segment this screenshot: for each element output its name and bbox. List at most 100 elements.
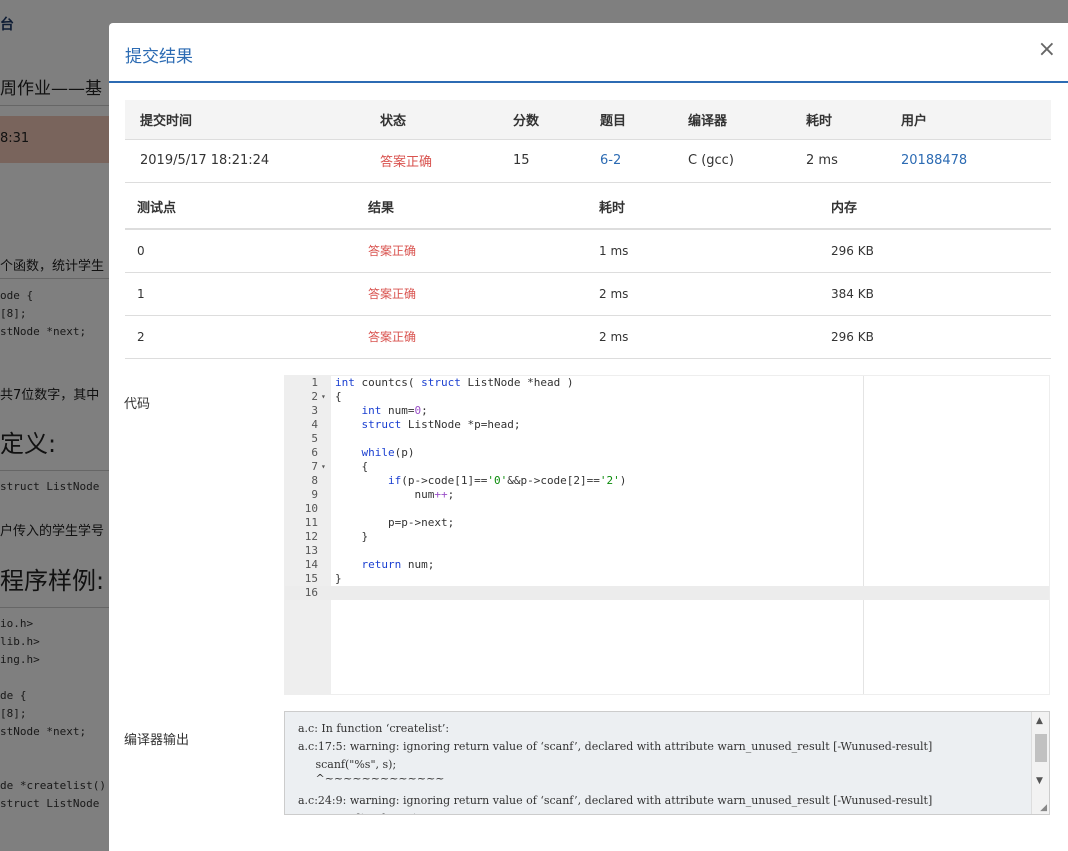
close-icon[interactable]: × (1038, 39, 1056, 61)
fold-toggle-icon[interactable]: ▾ (321, 460, 326, 474)
table-row: 2019/5/17 18:21:24 答案正确 15 6-2 C (gcc) 2… (125, 139, 1051, 183)
test-id: 2 (125, 315, 356, 359)
line-number: 15 (304, 572, 318, 585)
line-number: 13 (304, 544, 318, 557)
line-number: 1 (311, 376, 318, 389)
code-line[interactable]: 10 (285, 502, 1049, 516)
column-header: 内存 (819, 185, 1051, 230)
column-header: 题目 (600, 100, 688, 140)
column-header: 状态 (380, 100, 513, 140)
test-cases-table: 测试点 结果 耗时 内存 0 答案正确 1 ms 296 KB 1 答案正确 2… (125, 185, 1051, 359)
user-link[interactable]: 20188478 (901, 139, 1051, 183)
table-header-row: 提交时间 状态 分数 题目 编译器 耗时 用户 (125, 100, 1051, 140)
code-text: int num=0; (361, 404, 428, 417)
code-line[interactable]: 11 p=p->next; (285, 516, 1049, 530)
code-line[interactable]: 1 int countcs( struct ListNode *head ) (285, 376, 1049, 390)
compiler-output-line: scanf("%s", s); (298, 758, 397, 771)
scrollbar-thumb[interactable] (1035, 734, 1047, 762)
compiler: C (gcc) (688, 139, 806, 183)
line-number: 5 (311, 432, 318, 445)
test-id: 1 (125, 272, 356, 316)
score: 15 (513, 139, 600, 183)
status-badge: 答案正确 (380, 139, 513, 183)
code-line[interactable]: 14 return num; (285, 558, 1049, 572)
code-line[interactable]: 2 ▾ { (285, 390, 1049, 404)
line-number: 2 (311, 390, 318, 403)
column-header: 用户 (901, 100, 1051, 140)
compiler-output-line: scanf("%d", &s); (298, 812, 421, 814)
code-text: struct ListNode *p=head; (361, 418, 521, 431)
resize-handle-icon[interactable]: ◢ (1040, 803, 1047, 813)
line-number: 10 (304, 502, 318, 515)
modal-header: 提交结果 × (109, 23, 1068, 83)
code-line[interactable]: 6 while(p) (285, 446, 1049, 460)
code-lines: 1 int countcs( struct ListNode *head ) 2 ▾{… (285, 376, 1049, 600)
test-memory: 296 KB (819, 229, 1051, 273)
line-number: 6 (311, 446, 318, 459)
code-editor[interactable]: 1 int countcs( struct ListNode *head ) 2 ▾{… (284, 375, 1050, 695)
test-result: 答案正确 (356, 272, 587, 316)
column-header: 结果 (356, 185, 587, 230)
line-number: 16 (304, 586, 318, 599)
code-text: { (335, 460, 369, 473)
code-line[interactable]: 3 int num=0; (285, 404, 1049, 418)
test-memory: 384 KB (819, 272, 1051, 316)
test-result: 答案正确 (356, 315, 587, 359)
code-line[interactable]: 16 (285, 586, 1049, 600)
code-line[interactable]: 9 num++; (285, 488, 1049, 502)
code-text: return num; (361, 558, 435, 571)
code-line[interactable]: 8 if(p->code[1]=='0'&&p->code[2]=='2') (285, 474, 1049, 488)
scroll-down-icon[interactable]: ▼ (1036, 776, 1043, 786)
line-number: 9 (311, 488, 318, 501)
code-line[interactable]: 12 } (285, 530, 1049, 544)
compiler-output[interactable]: a.c: In function ‘createlist’: a.c:17:5: … (284, 711, 1050, 815)
compiler-output-line: ^~~~~~~~~~~~~~ (298, 772, 445, 785)
compiler-output-label: 编译器输出 (124, 733, 190, 748)
line-number: 7 (311, 460, 318, 473)
test-result: 答案正确 (356, 229, 587, 273)
code-text: if(p->code[1]=='0'&&p->code[2]=='2') (387, 474, 627, 487)
scroll-up-icon[interactable]: ▲ (1036, 716, 1043, 726)
problem-link[interactable]: 6-2 (600, 139, 688, 183)
fold-toggle-icon[interactable]: ▾ (321, 390, 326, 404)
code-line[interactable]: 5 (285, 432, 1049, 446)
code-text: num++; (335, 488, 455, 501)
code-text: p=p->next; (335, 516, 455, 529)
code-line[interactable]: 15} (285, 572, 1049, 586)
code-text: } (335, 572, 342, 585)
code-line[interactable]: 13 (285, 544, 1049, 558)
code-text: } (335, 530, 369, 543)
column-header: 编译器 (688, 100, 806, 140)
line-number: 12 (304, 530, 318, 543)
test-id: 0 (125, 229, 356, 273)
line-number: 14 (304, 558, 318, 571)
test-time: 2 ms (587, 315, 819, 359)
column-header: 耗时 (806, 100, 901, 140)
code-text: int countcs( struct ListNode *head ) (335, 376, 574, 389)
table-header-row: 测试点 结果 耗时 内存 (125, 185, 1051, 230)
compiler-output-line: a.c:17:5: warning: ignoring return value… (298, 740, 933, 753)
column-header: 分数 (513, 100, 600, 140)
elapsed-time: 2 ms (806, 139, 901, 183)
submission-result-modal: 提交结果 × 提交时间 状态 分数 题目 编译器 耗时 用户 2019/5/17… (109, 23, 1068, 851)
submission-summary-table: 提交时间 状态 分数 题目 编译器 耗时 用户 2019/5/17 18:21:… (125, 100, 1051, 183)
scrollbar[interactable]: ▲ ▼ (1031, 712, 1049, 814)
column-header: 测试点 (125, 185, 356, 230)
code-text: while(p) (361, 446, 415, 459)
column-header: 提交时间 (125, 100, 380, 140)
submit-time: 2019/5/17 18:21:24 (125, 139, 380, 183)
table-row: 2 答案正确 2 ms 296 KB (125, 315, 1051, 359)
line-number: 8 (311, 474, 318, 487)
table-row: 1 答案正确 2 ms 384 KB (125, 272, 1051, 316)
line-number: 4 (311, 418, 318, 431)
modal-title: 提交结果 (125, 47, 193, 67)
code-line[interactable]: 7 ▾ { (285, 460, 1049, 474)
code-text: { (335, 390, 342, 403)
code-line[interactable]: 4 struct ListNode *p=head; (285, 418, 1049, 432)
test-time: 2 ms (587, 272, 819, 316)
test-time: 1 ms (587, 229, 819, 273)
code-label: 代码 (124, 397, 151, 412)
compiler-output-line: a.c:24:9: warning: ignoring return value… (298, 794, 933, 807)
line-number: 11 (304, 516, 318, 529)
compiler-output-line: a.c: In function ‘createlist’: (298, 722, 450, 735)
